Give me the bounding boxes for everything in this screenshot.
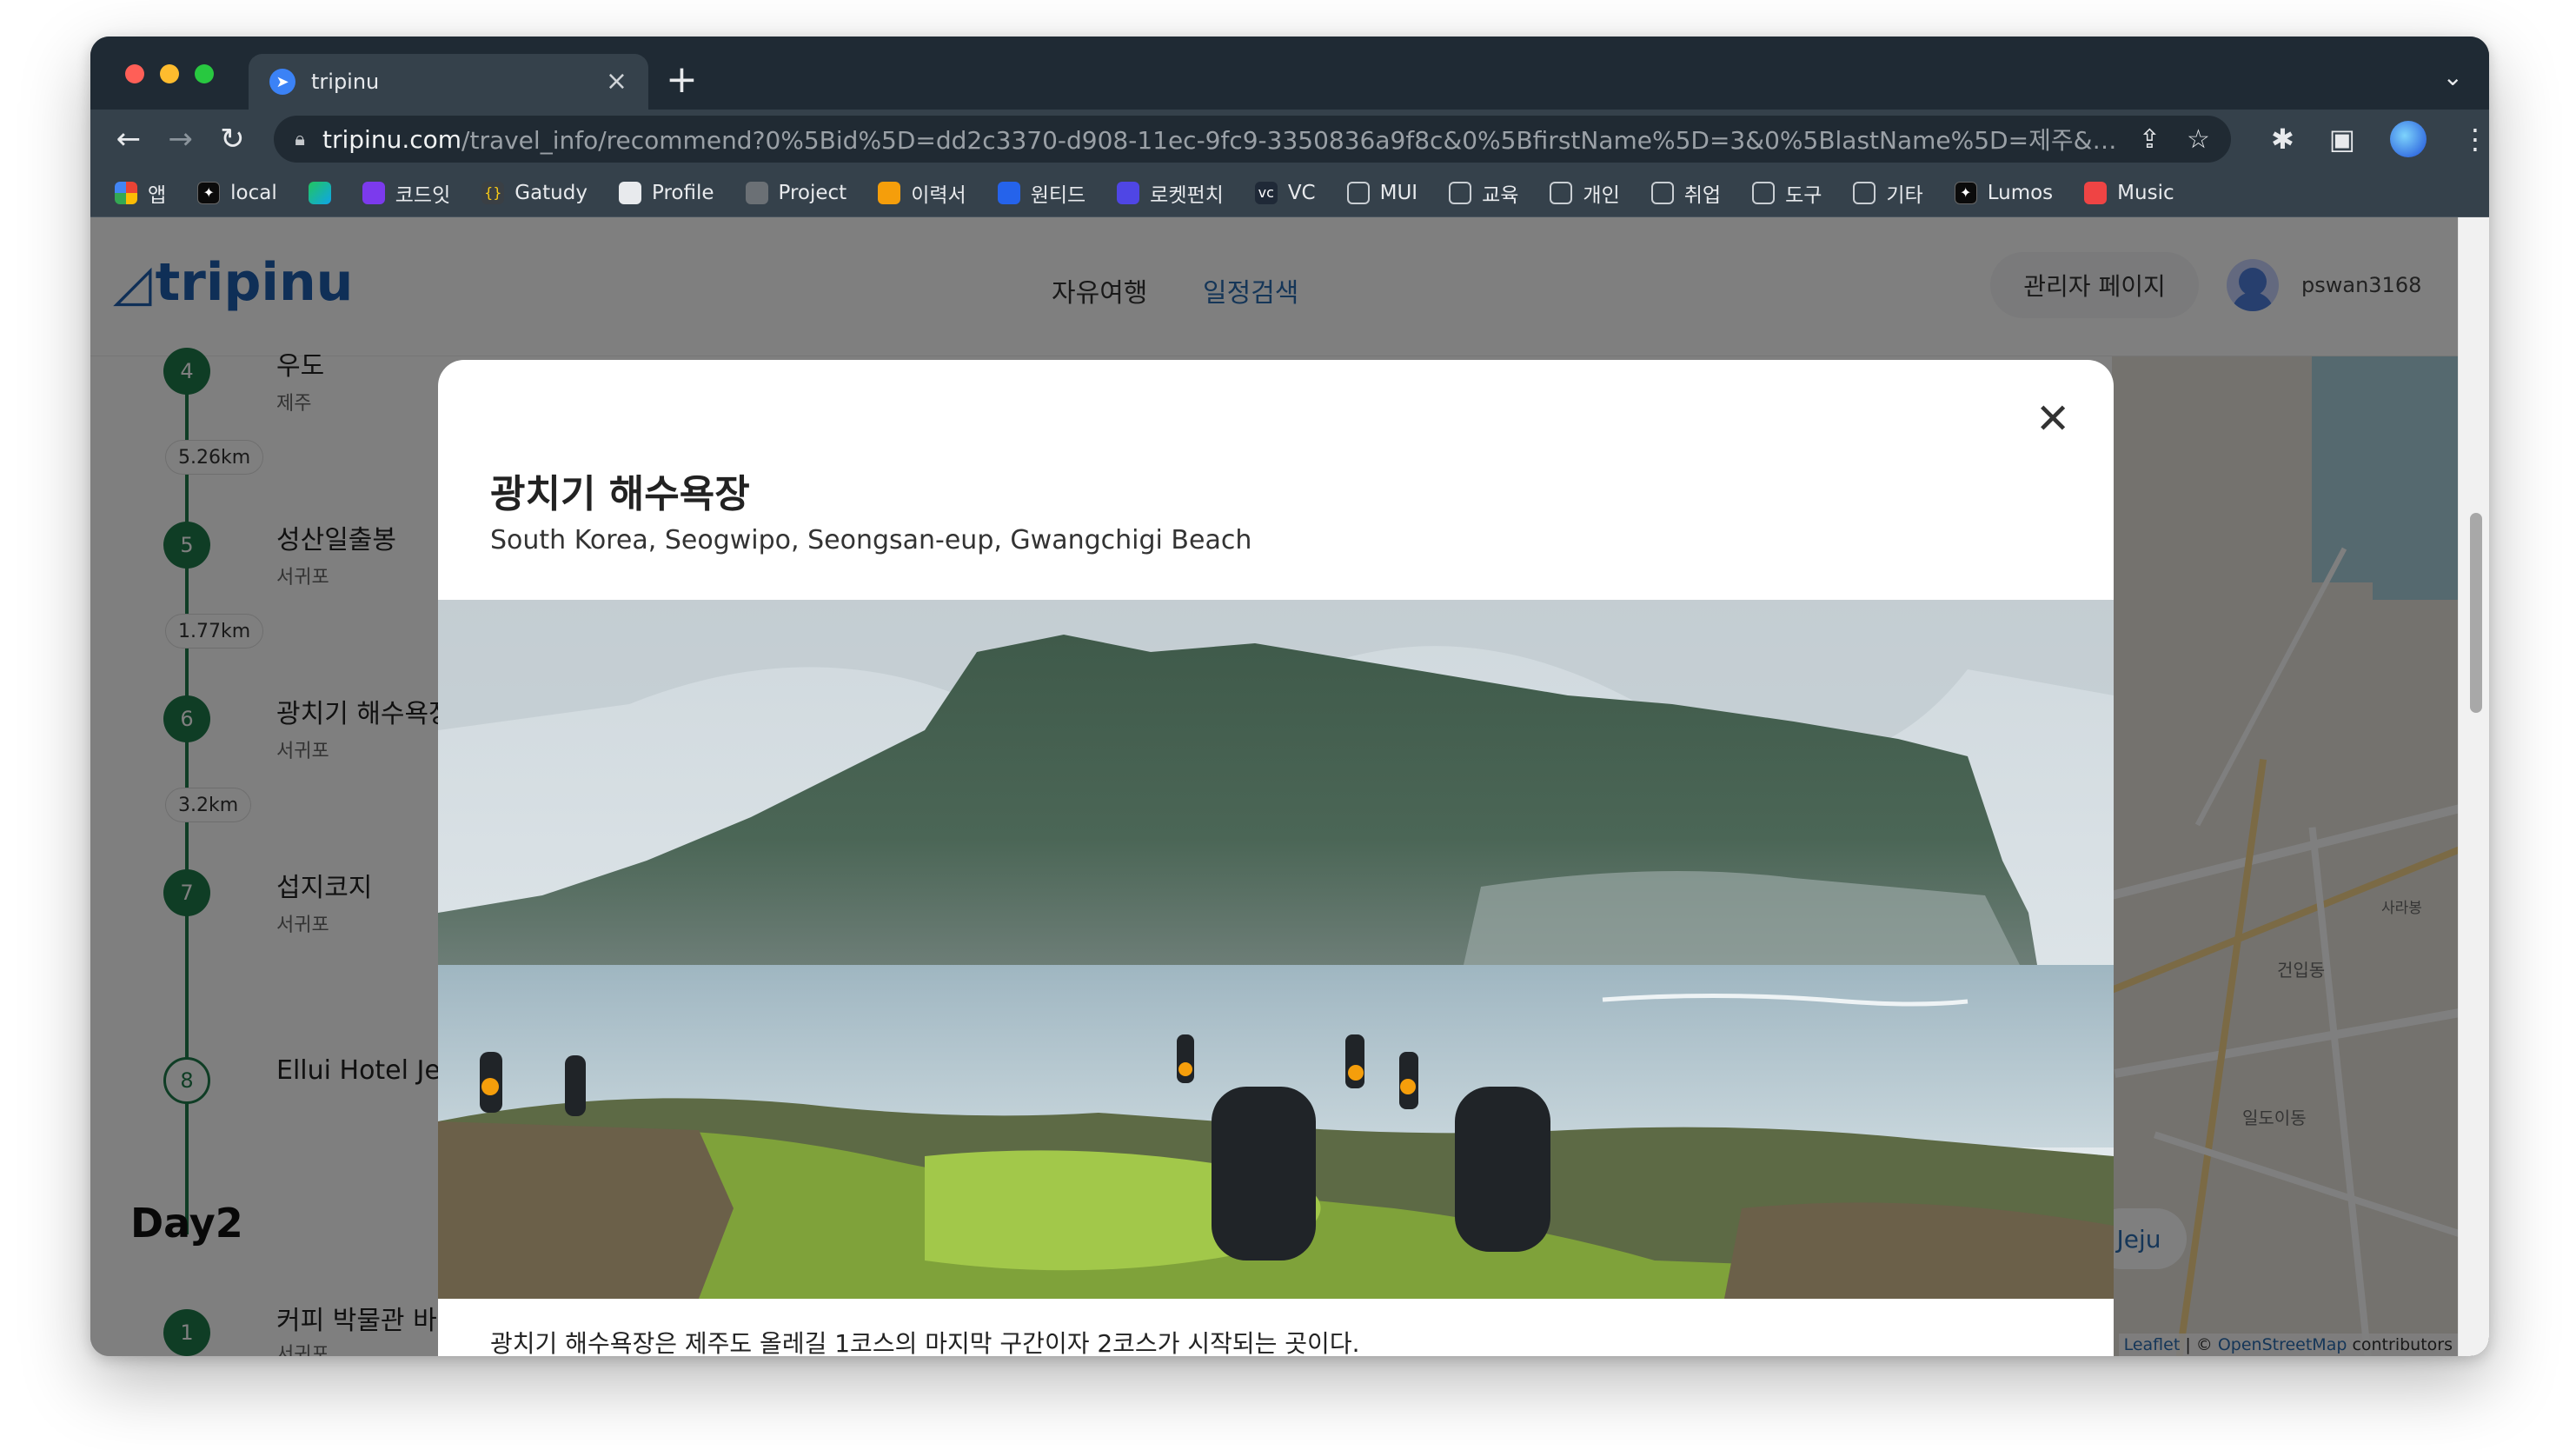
folder-icon bbox=[1449, 181, 1472, 204]
tab-title: tripinu bbox=[311, 70, 380, 94]
bookmark-apps[interactable]: 앱 bbox=[115, 178, 166, 208]
url-host: tripinu.com bbox=[322, 124, 462, 154]
bookmark-folder-tools[interactable]: 도구 bbox=[1752, 178, 1822, 208]
bookmark-rocketpunch[interactable]: 로켓펀치 bbox=[1117, 178, 1224, 208]
minimize-window-button[interactable] bbox=[160, 64, 179, 83]
bookmark-resume[interactable]: 이력서 bbox=[878, 178, 966, 208]
wanted-icon bbox=[997, 181, 1020, 204]
place-address: South Korea, Seogwipo, Seongsan-eup, Gwa… bbox=[490, 525, 1252, 555]
music-icon bbox=[2084, 181, 2108, 204]
bookmark-folder-edu[interactable]: 교육 bbox=[1449, 178, 1518, 208]
new-tab-button[interactable]: + bbox=[666, 61, 698, 99]
side-panel-icon[interactable]: ▣ bbox=[2329, 123, 2355, 156]
browser-toolbar: ← → ↻ 🔒︎ tripinu.com /travel_info/recomm… bbox=[90, 110, 2489, 169]
braces-icon: {} bbox=[481, 181, 505, 204]
bookmark-lumos[interactable]: ✦ Lumos bbox=[1954, 181, 2053, 204]
browser-window: ➤ tripinu × + ⌄ ← → ↻ 🔒︎ tripinu.com /tr… bbox=[90, 37, 2489, 1356]
browser-menu-icon[interactable]: ⋮ bbox=[2461, 123, 2489, 156]
bookmark-folder-jobs[interactable]: 취업 bbox=[1650, 178, 1721, 208]
bookmark-vc[interactable]: vc VC bbox=[1254, 181, 1316, 204]
extensions-puzzle-icon[interactable]: ✱ bbox=[2271, 123, 2294, 156]
close-window-button[interactable] bbox=[125, 64, 144, 83]
codeit-icon bbox=[362, 181, 385, 204]
bookmark-local[interactable]: ✦ local bbox=[197, 181, 277, 204]
zoom-window-button[interactable] bbox=[195, 64, 214, 83]
place-photo bbox=[438, 600, 2114, 1299]
apps-grid-icon bbox=[115, 181, 137, 204]
bookmark-folder-etc[interactable]: 기타 bbox=[1853, 178, 1923, 208]
bookmark-folder-personal[interactable]: 개인 bbox=[1550, 178, 1620, 208]
browser-tab[interactable]: ➤ tripinu × bbox=[249, 54, 648, 110]
profile-avatar-icon[interactable] bbox=[2389, 121, 2427, 157]
github-icon bbox=[745, 181, 768, 204]
forward-arrow-icon[interactable]: → bbox=[155, 122, 207, 156]
folder-icon bbox=[1550, 181, 1573, 204]
page-scrollbar-track[interactable] bbox=[2458, 217, 2489, 1356]
bookmark-profile[interactable]: Profile bbox=[618, 181, 714, 204]
folder-icon bbox=[1853, 181, 1876, 204]
bookmarks-bar: 앱 ✦ local 코드잇 {} Gatudy Profile Project 이력… bbox=[90, 169, 2489, 217]
page-viewport: ◿ tripinu 자유여행 일정검색 관리자 페이지 pswan3168 4 … bbox=[90, 217, 2458, 1356]
bookmark-star-icon[interactable]: ☆ bbox=[2187, 124, 2210, 155]
back-arrow-icon[interactable]: ← bbox=[103, 122, 155, 156]
bookmark-gatudy[interactable]: {} Gatudy bbox=[481, 181, 588, 204]
rocketpunch-icon bbox=[1117, 181, 1140, 204]
bookmark-wanted[interactable]: 원티드 bbox=[997, 178, 1086, 208]
tab-search-chevron-icon[interactable]: ⌄ bbox=[2443, 63, 2463, 91]
bookmark-edge[interactable] bbox=[308, 181, 331, 204]
place-photo-illustration bbox=[438, 600, 2114, 1299]
bookmark-project[interactable]: Project bbox=[745, 181, 846, 204]
lock-icon: 🔒︎ bbox=[295, 128, 306, 150]
place-detail-modal: ✕ 광치기 해수욕장 South Korea, Seogwipo, Seongs… bbox=[438, 360, 2114, 1356]
page-scrollbar-thumb[interactable] bbox=[2470, 513, 2482, 713]
bookmark-folder-mui[interactable]: MUI bbox=[1346, 181, 1417, 204]
github-icon bbox=[618, 181, 641, 204]
close-icon[interactable]: ✕ bbox=[2035, 398, 2070, 440]
share-icon[interactable]: ⇪ bbox=[2139, 124, 2161, 155]
url-path: /travel_info/recommend?0%5Bid%5D=dd2c337… bbox=[461, 126, 2121, 155]
bookmark-codeit[interactable]: 코드잇 bbox=[362, 178, 450, 208]
folder-icon bbox=[1650, 181, 1674, 204]
place-description: 광치기 해수욕장은 제주도 올레길 1코스의 마지막 구간이자 2코스가 시작되… bbox=[490, 1329, 1360, 1356]
folder-icon bbox=[1346, 181, 1370, 204]
place-title: 광치기 해수욕장 bbox=[490, 472, 750, 516]
resume-icon bbox=[878, 181, 901, 204]
tripinu-favicon-icon: ➤ bbox=[269, 69, 295, 95]
close-tab-icon[interactable]: × bbox=[606, 69, 627, 95]
lumos-icon: ✦ bbox=[1954, 181, 1977, 204]
reload-icon[interactable]: ↻ bbox=[207, 122, 259, 156]
edge-icon bbox=[308, 181, 331, 204]
local-icon: ✦ bbox=[197, 181, 221, 204]
vc-icon: vc bbox=[1254, 181, 1278, 204]
bookmark-music[interactable]: Music bbox=[2084, 181, 2174, 204]
tab-strip: ➤ tripinu × + ⌄ bbox=[90, 37, 2489, 110]
folder-icon bbox=[1752, 181, 1776, 204]
address-bar[interactable]: 🔒︎ tripinu.com /travel_info/recommend?0%… bbox=[274, 116, 2231, 163]
